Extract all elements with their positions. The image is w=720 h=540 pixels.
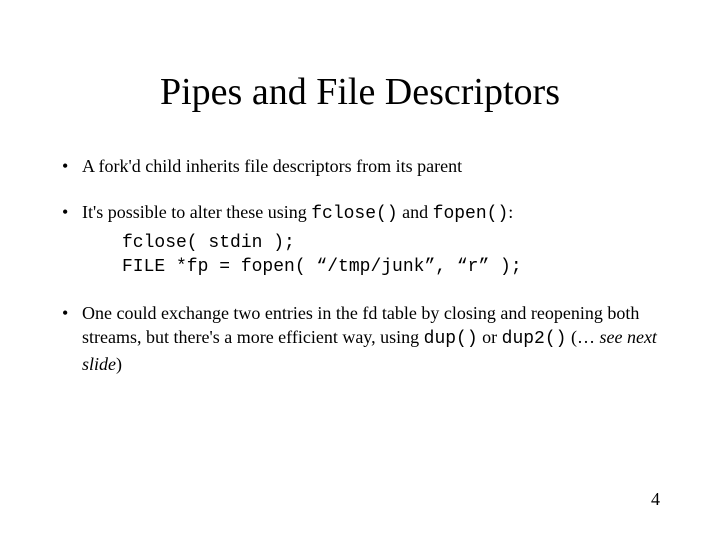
bullet-2-pre: It's possible to alter these using	[82, 202, 311, 222]
bullet-2-fclose: fclose()	[311, 204, 397, 224]
bullet-list: A fork'd child inherits file descriptors…	[60, 154, 660, 376]
code-block: fclose( stdin ); FILE *fp = fopen( “/tmp…	[122, 231, 660, 280]
slide-title: Pipes and File Descriptors	[60, 70, 660, 114]
bullet-3-ellipsis: …	[577, 327, 600, 347]
bullet-1: A fork'd child inherits file descriptors…	[60, 154, 660, 178]
bullet-3-mid: or	[478, 327, 502, 347]
code-line-2: FILE *fp = fopen( “/tmp/junk”, “r” );	[122, 255, 660, 279]
bullet-3-paren-close: )	[116, 354, 122, 374]
code-line-1: fclose( stdin );	[122, 231, 660, 255]
slide: Pipes and File Descriptors A fork'd chil…	[0, 0, 720, 540]
bullet-3: One could exchange two entries in the fd…	[60, 301, 660, 376]
bullet-2: It's possible to alter these using fclos…	[60, 200, 660, 279]
bullet-3-paren-open: (	[566, 327, 577, 347]
bullet-2-mid: and	[398, 202, 433, 222]
bullet-2-post: :	[508, 202, 513, 222]
page-number: 4	[651, 489, 660, 510]
bullet-1-text: A fork'd child inherits file descriptors…	[82, 156, 462, 176]
bullet-3-dup2: dup2()	[502, 329, 567, 349]
bullet-3-dup: dup()	[424, 329, 478, 349]
bullet-2-fopen: fopen()	[433, 204, 509, 224]
